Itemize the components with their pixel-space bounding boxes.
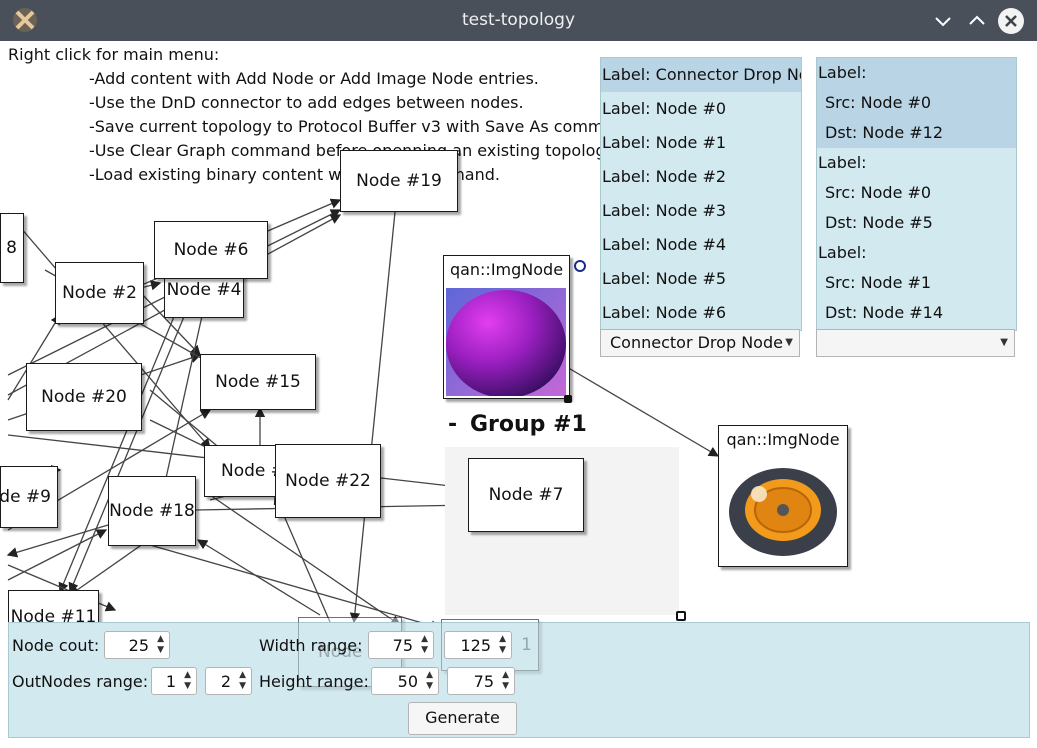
graph-node[interactable]: Node #20 — [26, 363, 142, 431]
node-count-value: 25 — [128, 636, 149, 655]
height-min-spinbox[interactable]: 50 ▲ ▼ — [371, 667, 439, 695]
list-item[interactable]: Dst: Node #5 — [817, 208, 1016, 238]
connector-handle[interactable] — [573, 259, 587, 273]
spin-arrows-icon[interactable]: ▲ ▼ — [239, 670, 246, 692]
node-list[interactable]: Label: Connector Drop Node Label: Node #… — [600, 57, 802, 331]
group-resize-handle[interactable] — [676, 611, 686, 621]
graph-node[interactable]: Node #15 — [200, 354, 316, 410]
list-item[interactable]: Label: Node #3 — [601, 194, 801, 228]
list-item[interactable]: Label: — [817, 238, 1016, 268]
image-node-label: qan::ImgNode — [449, 260, 564, 279]
graph-node[interactable]: Node #7 — [468, 458, 584, 532]
list-item[interactable]: Label: Node #1 — [601, 126, 801, 160]
graph-edge — [6, 524, 109, 558]
image-node-label: qan::ImgNode — [726, 430, 840, 449]
graph-edge — [349, 211, 396, 624]
graph-node[interactable]: de #9 — [0, 466, 58, 528]
outnodes-max-value: 2 — [220, 672, 231, 691]
node-count-spinbox[interactable]: 25 ▲ ▼ — [104, 631, 170, 659]
chevron-down-icon: ▼ — [785, 337, 793, 348]
graph-edge — [7, 529, 108, 581]
list-item[interactable]: Label: Connector Drop Node — [601, 58, 801, 92]
node-combo[interactable]: Connector Drop Node ▼ — [600, 329, 800, 357]
spin-arrows-icon[interactable]: ▲ ▼ — [502, 670, 509, 692]
resize-handle[interactable] — [564, 395, 572, 403]
graph-node[interactable]: 8 — [0, 213, 24, 283]
outnodes-min-value: 1 — [165, 672, 176, 691]
list-item[interactable]: Label: Node #4 — [601, 228, 801, 262]
list-item[interactable]: Dst: Node #14 — [817, 298, 1016, 328]
outnodes-range-label: OutNodes range: — [12, 672, 149, 691]
sphere-image — [446, 288, 566, 396]
outnodes-max-spinbox[interactable]: 2 ▲ ▼ — [205, 667, 252, 695]
graph-node[interactable]: Node #18 — [108, 476, 196, 546]
node-combo-value: Connector Drop Node — [610, 333, 783, 352]
height-min-value: 50 — [397, 672, 418, 691]
spin-arrows-icon[interactable]: ▲ ▼ — [184, 670, 191, 692]
list-item[interactable]: Src: Node #0 — [817, 178, 1016, 208]
list-item[interactable]: Dst: Node #12 — [817, 118, 1016, 148]
chevron-down-icon: ▼ — [1000, 337, 1008, 348]
width-max-value: 125 — [460, 636, 491, 655]
width-min-spinbox[interactable]: 75 ▲ ▼ — [368, 631, 434, 659]
height-range-label: Height range: — [259, 672, 369, 691]
group-title: Group #1 — [470, 412, 587, 437]
list-item[interactable]: Src: Node #0 — [817, 88, 1016, 118]
list-item[interactable]: Label: Node #0 — [601, 92, 801, 126]
list-item[interactable]: Label: Node #2 — [601, 160, 801, 194]
node-count-label: Node cout: — [12, 636, 100, 655]
spin-arrows-icon[interactable]: ▲ ▼ — [426, 670, 433, 692]
graph-node[interactable]: Node #6 — [154, 221, 268, 279]
image-node[interactable]: qan::ImgNode — [443, 255, 570, 399]
spin-arrows-icon[interactable]: ▲ ▼ — [157, 634, 164, 656]
edge-combo[interactable]: ▼ — [816, 329, 1015, 357]
outnodes-min-spinbox[interactable]: 1 ▲ ▼ — [151, 667, 197, 695]
list-item[interactable]: Src: Node #1 — [817, 268, 1016, 298]
width-range-label: Width range: — [259, 636, 363, 655]
height-max-spinbox[interactable]: 75 ▲ ▼ — [447, 667, 515, 695]
width-min-value: 75 — [392, 636, 413, 655]
generate-button[interactable]: Generate — [408, 702, 517, 735]
spin-arrows-icon[interactable]: ▲ ▼ — [499, 634, 506, 656]
list-item[interactable]: Label: Node #6 — [601, 296, 801, 330]
group-collapse-toggle[interactable]: - — [448, 412, 457, 437]
image-node[interactable]: qan::ImgNode — [718, 425, 848, 567]
height-max-value: 75 — [473, 672, 494, 691]
graph-node[interactable]: Node #19 — [340, 150, 458, 212]
graph-edge — [559, 362, 720, 457]
graph-edge — [196, 539, 321, 616]
wheel-image — [729, 468, 837, 556]
graph-edge — [149, 544, 442, 631]
width-max-spinbox[interactable]: 125 ▲ ▼ — [444, 631, 512, 659]
graph-node[interactable]: Node #22 — [275, 444, 381, 518]
list-item[interactable]: Label: — [817, 58, 1016, 88]
edge-list[interactable]: Label: Src: Node #0 Dst: Node #12 Label:… — [816, 57, 1017, 331]
list-item[interactable]: Label: — [817, 148, 1016, 178]
graph-node[interactable]: Node # — [204, 445, 280, 497]
graph-node[interactable]: Node #2 — [55, 262, 144, 324]
list-item[interactable]: Label: Node #5 — [601, 262, 801, 296]
spin-arrows-icon[interactable]: ▲ ▼ — [421, 634, 428, 656]
